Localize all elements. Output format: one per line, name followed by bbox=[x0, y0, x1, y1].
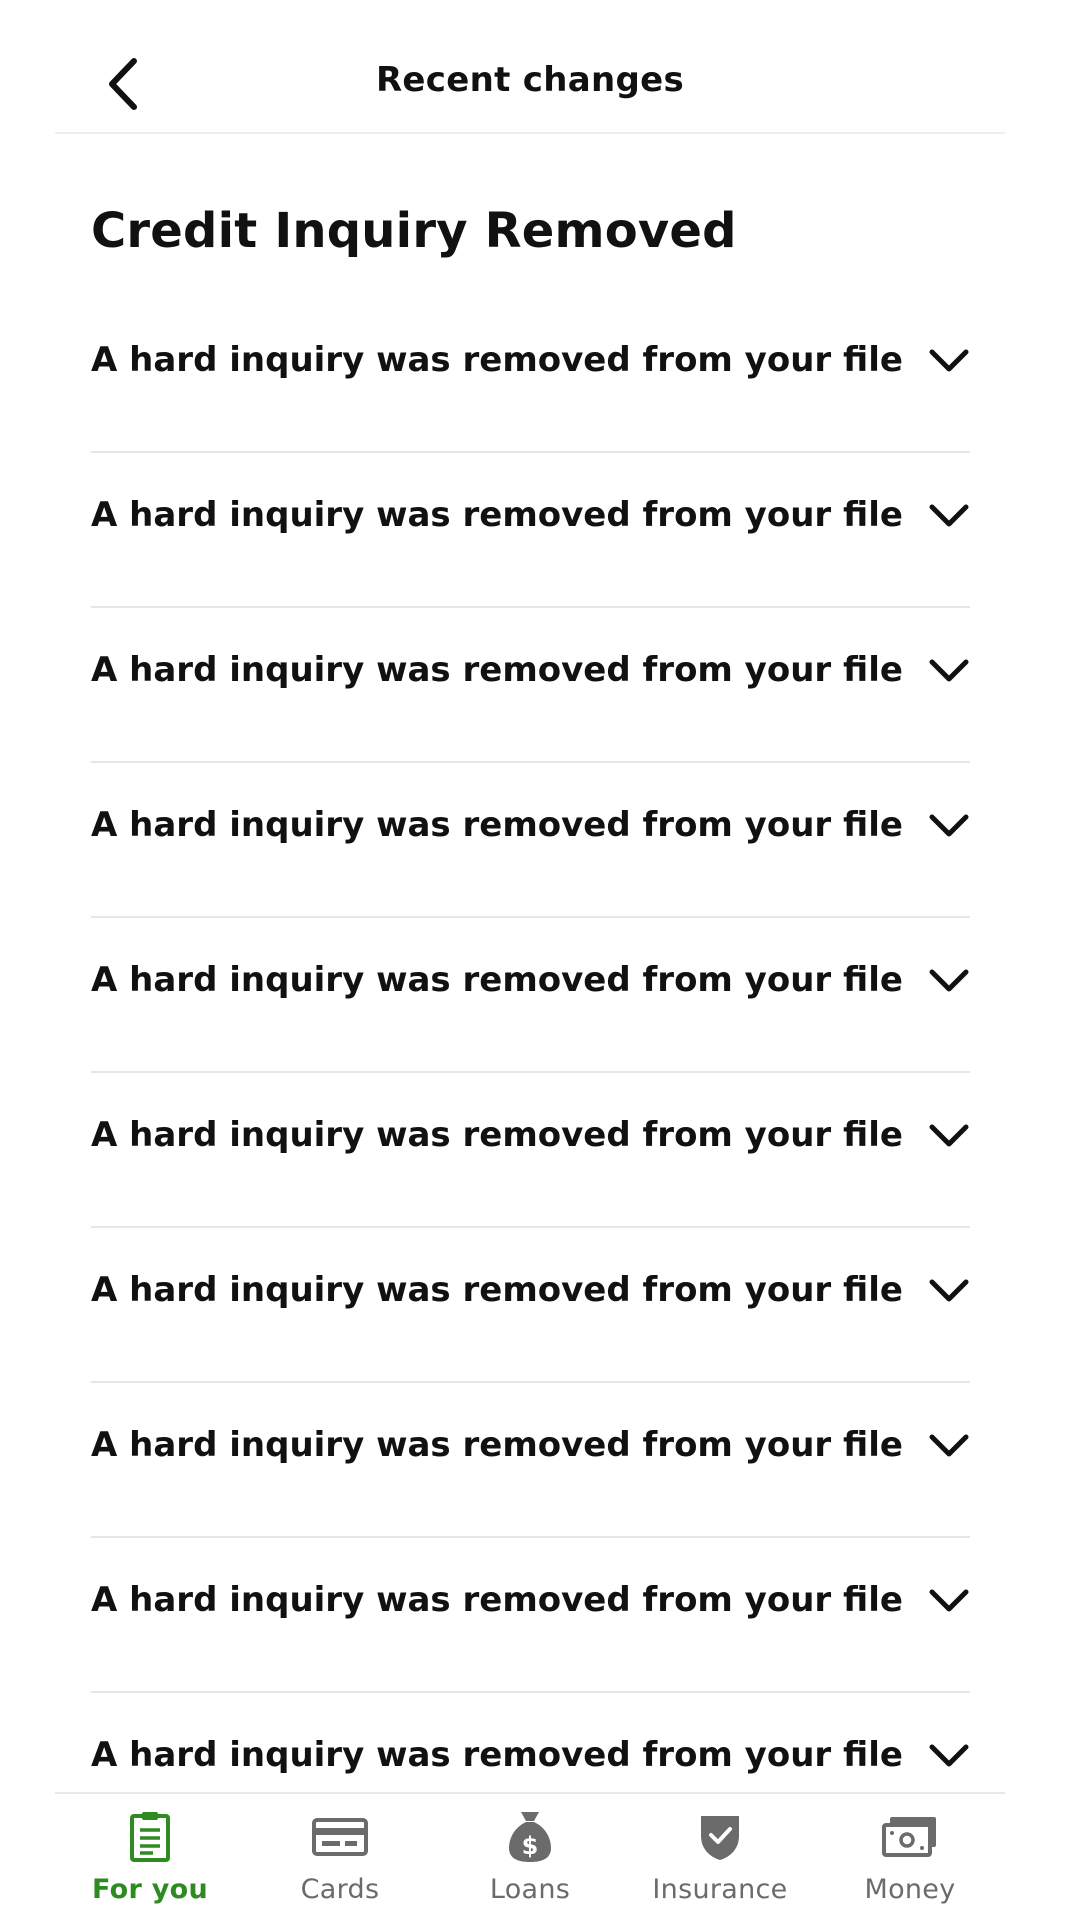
chevron-down-icon[interactable] bbox=[928, 1741, 970, 1771]
chevron-down-icon[interactable] bbox=[928, 656, 970, 686]
chevron-down-icon[interactable] bbox=[928, 346, 970, 376]
list-item-label: A hard inquiry was removed from your fil… bbox=[91, 805, 903, 845]
list-item-label: A hard inquiry was removed from your fil… bbox=[91, 1270, 903, 1310]
list-item-label: A hard inquiry was removed from your fil… bbox=[91, 1580, 903, 1620]
nav-item-loans[interactable]: $ Loans bbox=[435, 1794, 625, 1920]
cash-icon bbox=[882, 1808, 938, 1866]
nav-label: For you bbox=[91, 1874, 209, 1905]
nav-label: Insurance bbox=[652, 1874, 788, 1905]
credit-card-icon bbox=[312, 1808, 368, 1866]
section-title: Credit Inquiry Removed bbox=[91, 203, 737, 259]
page-title: Recent changes bbox=[375, 60, 685, 100]
list-item-label: A hard inquiry was removed from your fil… bbox=[91, 960, 903, 1000]
money-bag-icon: $ bbox=[507, 1808, 553, 1866]
nav-item-for-you[interactable]: For you bbox=[55, 1794, 245, 1920]
list-item[interactable]: A hard inquiry was removed from your fil… bbox=[91, 608, 970, 763]
list-item[interactable]: A hard inquiry was removed from your fil… bbox=[91, 1073, 970, 1228]
list-item[interactable]: A hard inquiry was removed from your fil… bbox=[91, 298, 970, 453]
document-list-icon bbox=[129, 1808, 171, 1866]
list-item[interactable]: A hard inquiry was removed from your fil… bbox=[91, 1538, 970, 1693]
chevron-down-icon[interactable] bbox=[928, 1431, 970, 1461]
chevron-down-icon[interactable] bbox=[928, 1586, 970, 1616]
svg-text:$: $ bbox=[522, 1832, 539, 1860]
list-item-label: A hard inquiry was removed from your fil… bbox=[91, 1115, 903, 1155]
chevron-down-icon[interactable] bbox=[928, 966, 970, 996]
top-bar: Recent changes bbox=[55, 0, 1005, 134]
chevron-down-icon[interactable] bbox=[928, 1276, 970, 1306]
list-item[interactable]: A hard inquiry was removed from your fil… bbox=[91, 918, 970, 1073]
list-item-label: A hard inquiry was removed from your fil… bbox=[91, 1735, 903, 1775]
list-item-label: A hard inquiry was removed from your fil… bbox=[91, 340, 903, 380]
nav-item-cards[interactable]: Cards bbox=[245, 1794, 435, 1920]
nav-label: Cards bbox=[300, 1874, 380, 1905]
recent-changes-screen: Recent changes Credit Inquiry Removed A … bbox=[0, 0, 1080, 1920]
chevron-down-icon[interactable] bbox=[928, 501, 970, 531]
list-item[interactable]: A hard inquiry was removed from your fil… bbox=[91, 1383, 970, 1538]
inquiry-list: A hard inquiry was removed from your fil… bbox=[91, 298, 970, 1848]
list-item[interactable]: A hard inquiry was removed from your fil… bbox=[91, 1228, 970, 1383]
nav-item-insurance[interactable]: Insurance bbox=[625, 1794, 815, 1920]
nav-item-money[interactable]: Money bbox=[815, 1794, 1005, 1920]
chevron-down-icon[interactable] bbox=[928, 811, 970, 841]
shield-check-icon bbox=[699, 1808, 741, 1866]
list-item-label: A hard inquiry was removed from your fil… bbox=[91, 650, 903, 690]
list-item-label: A hard inquiry was removed from your fil… bbox=[91, 1425, 903, 1465]
list-item[interactable]: A hard inquiry was removed from your fil… bbox=[91, 453, 970, 608]
nav-label: Loans bbox=[489, 1874, 571, 1905]
bottom-nav: For you Cards $ Loans Insurance Money bbox=[55, 1792, 1005, 1920]
list-item-label: A hard inquiry was removed from your fil… bbox=[91, 495, 903, 535]
chevron-down-icon[interactable] bbox=[928, 1121, 970, 1151]
nav-label: Money bbox=[864, 1874, 956, 1905]
list-item[interactable]: A hard inquiry was removed from your fil… bbox=[91, 763, 970, 918]
